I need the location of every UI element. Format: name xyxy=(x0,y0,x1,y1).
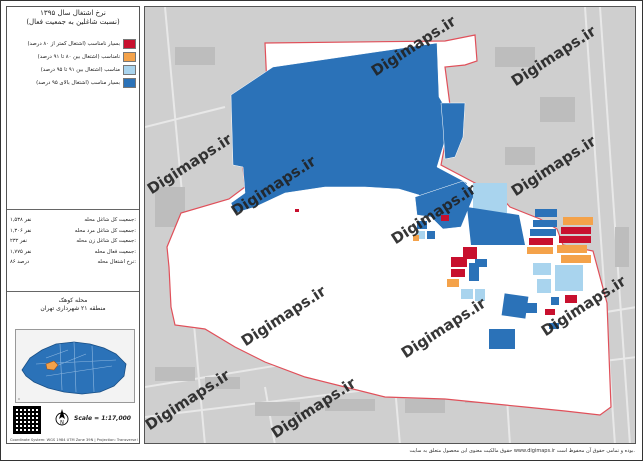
parcel-poor[interactable] xyxy=(527,247,553,254)
parcel-very-poor[interactable] xyxy=(451,257,467,267)
stat-key: نرخ اشتغال محله: xyxy=(97,259,136,265)
qr-code-icon xyxy=(13,406,41,434)
map-area[interactable]: Digimaps.ir Digimaps.ir Digimaps.ir Digi… xyxy=(144,6,636,444)
stat-value: ۸۶ درصد xyxy=(10,259,30,265)
parcel-very-good[interactable] xyxy=(427,231,435,239)
legend-label: مناسب (اشتغال بین ۹۱ تا ۹۵ درصد) xyxy=(40,66,120,73)
parcel-very-good[interactable] xyxy=(533,220,557,227)
coordinate-system-note: Coordinate System: WGS 1984 UTM Zone 39N… xyxy=(10,438,138,442)
legend-label: بسیار مناسب (اشتغال بالای ۹۵ درصد) xyxy=(36,79,120,86)
parcel-poor[interactable] xyxy=(563,217,593,225)
copyright-credit: حقوق مالکیت معنوی این محصول متعلق به سای… xyxy=(409,448,635,454)
legend-item-poor: نامناسب (اشتغال بین ۸۰ تا ۹۱ درصد) xyxy=(10,50,136,63)
scale-label: Scale = 1:17,000 xyxy=(74,415,131,422)
stat-row: ۸۶ درصد نرخ اشتغال محله: xyxy=(10,257,136,268)
legend-panel: نرخ اشتغال سال ۱۳۹۵ (نسبت شاغلین به جمعی… xyxy=(6,6,140,444)
parcel-good[interactable] xyxy=(537,279,551,293)
parcel-very-good[interactable] xyxy=(475,259,487,267)
map-title-line1: نرخ اشتغال سال ۱۳۹۵ xyxy=(40,9,106,17)
parcel-very-good[interactable] xyxy=(489,329,515,349)
stat-row: ۱,۵۳۸ نفر جمعیت کل شاغل محله: xyxy=(10,215,136,226)
stat-value: ۱,۵۳۸ نفر xyxy=(10,217,32,223)
parcel-very-good[interactable] xyxy=(551,297,559,305)
legend-swatch-very-good xyxy=(123,77,136,88)
parcel-very-poor[interactable] xyxy=(559,236,591,243)
divider xyxy=(7,291,139,292)
locator-inset-map: 0 xyxy=(15,329,135,403)
parcel-very-poor[interactable] xyxy=(561,227,591,234)
divider xyxy=(7,209,139,210)
svg-text:N: N xyxy=(60,420,64,426)
legend-item-very-good: بسیار مناسب (اشتغال بالای ۹۵ درصد) xyxy=(10,76,136,89)
stat-value: ۲۳۲ نفر xyxy=(10,238,27,244)
stat-key: جمعیت کل شاغل محله: xyxy=(84,217,136,223)
legend-label: نامناسب (اشتغال بین ۸۰ تا ۹۱ درصد) xyxy=(37,53,120,60)
parcel-very-good[interactable] xyxy=(535,209,557,217)
legend-swatch-poor xyxy=(123,51,136,62)
locator-map-graphic: 0 xyxy=(16,330,134,402)
parcel-poor[interactable] xyxy=(561,255,591,263)
stat-value: ۱,۷۷۵ نفر xyxy=(10,248,32,255)
legend-item-good: مناسب (اشتغال بین ۹۱ تا ۹۵ درصد) xyxy=(10,63,136,76)
parcel-good[interactable] xyxy=(461,289,473,299)
map-footer: N Scale = 1:17,000 Coordinate System: WG… xyxy=(10,406,138,442)
stat-row: ۱,۳۰۶ نفر جمعیت کل شاغل مرد محله: xyxy=(10,226,136,237)
stat-value: ۱,۳۰۶ نفر xyxy=(10,227,32,234)
parcel-poor[interactable] xyxy=(447,279,459,287)
stats-table: ۱,۵۳۸ نفر جمعیت کل شاغل محله: ۱,۳۰۶ نفر … xyxy=(10,215,136,268)
parcel-poor[interactable] xyxy=(557,245,587,253)
stat-key: جمعیت کل شاغل زن محله: xyxy=(76,238,136,244)
legend: بسیار نامناسب (اشتغال کمتر از ۸۰ درصد) ن… xyxy=(10,37,136,89)
parcel-very-poor[interactable] xyxy=(451,269,465,277)
stat-key: جمعیت کل شاغل مرد محله: xyxy=(74,227,136,234)
north-arrow-icon: N xyxy=(55,409,69,426)
parcel-very-poor[interactable] xyxy=(529,238,553,245)
svg-text:0: 0 xyxy=(18,397,20,401)
parcel-good[interactable] xyxy=(533,263,551,275)
parcel-good[interactable] xyxy=(555,265,583,291)
legend-item-very-poor: بسیار نامناسب (اشتغال کمتر از ۸۰ درصد) xyxy=(10,37,136,50)
stat-key: جمعیت فعال محله: xyxy=(94,248,136,255)
stat-row: ۱,۷۷۵ نفر جمعیت فعال محله: xyxy=(10,247,136,258)
district-name: منطقه ۲۱ شهرداری تهران xyxy=(40,305,106,312)
legend-swatch-good xyxy=(123,64,136,75)
parcel-very-good[interactable] xyxy=(530,229,556,236)
legend-swatch-very-poor xyxy=(123,38,136,49)
stat-row: ۲۳۲ نفر جمعیت کل شاغل زن محله: xyxy=(10,236,136,247)
parcel-good[interactable] xyxy=(473,183,507,213)
parcel-very-good[interactable] xyxy=(501,293,529,319)
neighborhood-name: محله کوهک xyxy=(58,297,88,304)
map-title-line2: (نسبت شاغلین به جمعیت فعال) xyxy=(26,18,120,26)
parcel-very-poor[interactable] xyxy=(295,209,299,212)
region-label: محله کوهک منطقه ۲۱ شهرداری تهران xyxy=(7,297,139,313)
legend-label: بسیار نامناسب (اشتغال کمتر از ۸۰ درصد) xyxy=(27,40,120,47)
map-title: نرخ اشتغال سال ۱۳۹۵ (نسبت شاغلین به جمعی… xyxy=(7,7,139,27)
